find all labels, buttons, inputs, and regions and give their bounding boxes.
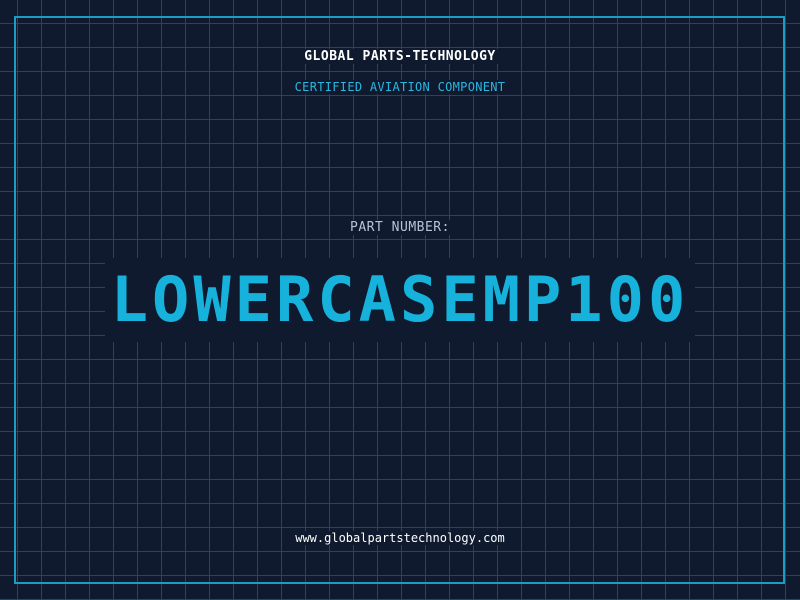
company-name-text: GLOBAL PARTS-TECHNOLOGY: [301, 49, 499, 64]
website-url-text: www.globalpartstechnology.com: [292, 531, 508, 545]
part-number: LOWERCASEMP100: [0, 258, 800, 342]
part-number-label: PART NUMBER:: [0, 220, 800, 235]
company-name: GLOBAL PARTS-TECHNOLOGY: [0, 49, 800, 64]
part-number-value: LOWERCASEMP100: [104, 258, 696, 342]
website-url: www.globalpartstechnology.com: [0, 531, 800, 545]
label-card: GLOBAL PARTS-TECHNOLOGY CERTIFIED AVIATI…: [0, 0, 800, 600]
tagline-text: CERTIFIED AVIATION COMPONENT: [291, 80, 509, 94]
tagline: CERTIFIED AVIATION COMPONENT: [0, 80, 800, 94]
part-number-label-text: PART NUMBER:: [347, 220, 453, 235]
